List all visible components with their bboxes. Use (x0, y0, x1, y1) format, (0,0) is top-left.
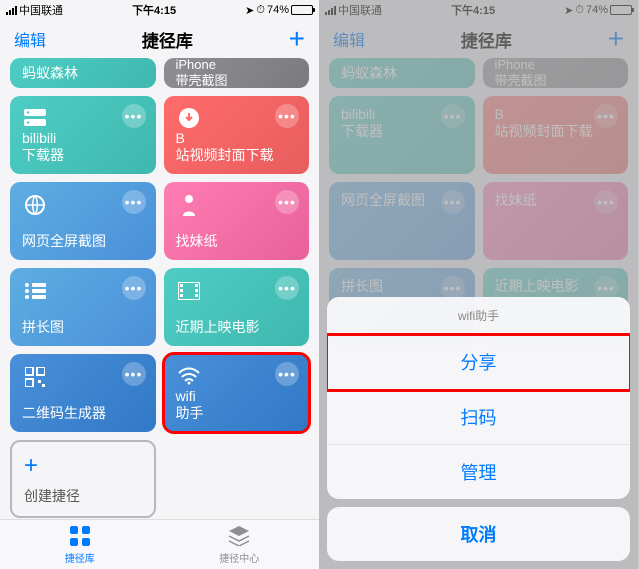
carrier-label: 中国联通 (19, 2, 63, 18)
download-icon (176, 106, 202, 130)
phone-right: 中国联通 下午4:15 ➤ ⏱ 74% 编辑 捷径库 + 蚂蚁森林 iPhone… (319, 0, 638, 569)
tab-bar: 捷径库 捷径中心 (0, 519, 319, 569)
more-icon[interactable]: ••• (275, 104, 299, 128)
status-bar: 中国联通 下午4:15 ➤ ⏱ 74% (0, 0, 319, 20)
action-sheet: wifi助手 分享 扫码 管理 取消 (327, 297, 630, 569)
sheet-title: wifi助手 (327, 297, 630, 335)
sheet-share-button[interactable]: 分享 (327, 335, 630, 390)
card-fullpage-shot[interactable]: ••• 网页全屏截图 (10, 182, 156, 260)
more-icon[interactable]: ••• (122, 190, 146, 214)
card-movies[interactable]: ••• 近期上映电影 (164, 268, 310, 346)
plus-icon: + (24, 452, 142, 480)
card-wifi-helper[interactable]: ••• wifi助手 (164, 354, 310, 432)
card-b-cover-dl[interactable]: ••• B站视频封面下载 (164, 96, 310, 174)
more-icon[interactable]: ••• (275, 362, 299, 386)
globe-icon (22, 192, 48, 218)
more-icon[interactable]: ••• (275, 276, 299, 300)
sheet-cancel-button[interactable]: 取消 (327, 507, 630, 561)
location-icon: ➤ (245, 4, 254, 17)
battery-percent: 74% (267, 4, 289, 16)
list-icon (22, 278, 48, 304)
page-title: 捷径库 (142, 27, 193, 52)
clock: 下午4:15 (132, 2, 176, 18)
card-qr-gen[interactable]: ••• 二维码生成器 (10, 354, 156, 432)
card-long-image[interactable]: ••• 拼长图 (10, 268, 156, 346)
add-button[interactable]: + (289, 23, 305, 55)
person-icon (176, 192, 202, 218)
film-icon (176, 278, 202, 304)
tab-library[interactable]: 捷径库 (0, 520, 160, 569)
more-icon[interactable]: ••• (122, 276, 146, 300)
more-icon[interactable]: ••• (122, 362, 146, 386)
more-icon[interactable]: ••• (122, 104, 146, 128)
layers-icon (227, 524, 251, 548)
phone-left: 中国联通 下午4:15 ➤ ⏱ 74% 编辑 捷径库 + 蚂蚁森林 iPhone… (0, 0, 319, 569)
tab-center[interactable]: 捷径中心 (160, 520, 320, 569)
grid-icon (68, 524, 92, 548)
edit-button[interactable]: 编辑 (14, 27, 46, 51)
card-iphone-frame[interactable]: iPhone带壳截图 (164, 58, 310, 88)
alarm-icon: ⏱ (256, 4, 265, 17)
qr-icon (22, 364, 48, 390)
wifi-icon (176, 364, 202, 388)
sheet-manage-button[interactable]: 管理 (327, 445, 630, 499)
card-ant-forest[interactable]: 蚂蚁森林 (10, 58, 156, 88)
shortcut-grid: 蚂蚁森林 iPhone带壳截图 ••• bilibili下载器 ••• B站视频… (0, 58, 319, 518)
sheet-scan-button[interactable]: 扫码 (327, 390, 630, 445)
battery-icon (291, 5, 313, 15)
more-icon[interactable]: ••• (275, 190, 299, 214)
card-bilibili-dl[interactable]: ••• bilibili下载器 (10, 96, 156, 174)
server-icon (22, 106, 48, 130)
signal-icon (6, 6, 17, 15)
nav-bar: 编辑 捷径库 + (0, 20, 319, 58)
card-find-girl[interactable]: ••• 找妹纸 (164, 182, 310, 260)
create-shortcut-card[interactable]: + 创建捷径 (10, 440, 156, 518)
